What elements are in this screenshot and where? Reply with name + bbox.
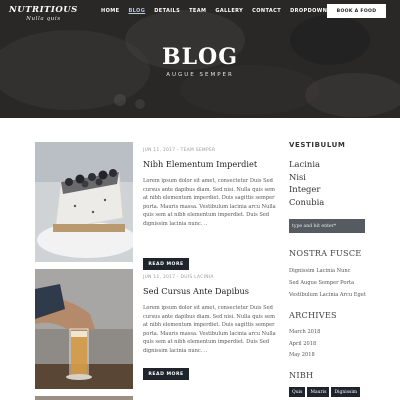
read-more-button[interactable]: READ MORE: [143, 368, 189, 380]
brand-logo[interactable]: NUTRITIOUS Nulla quis: [9, 5, 78, 22]
hero-header: NUTRITIOUS Nulla quis HOME BLOG DETAILS …: [0, 0, 400, 118]
post-image-cake[interactable]: [35, 142, 133, 262]
recent-post-link[interactable]: Sed Augue Semper Porta: [289, 280, 354, 286]
sidebar-heading: VESTIBULUM: [289, 141, 346, 149]
nav-item-dropdown-label: DROPDOWN: [290, 8, 328, 14]
nav-item-blog[interactable]: BLOG: [128, 8, 145, 14]
brand-title: NUTRITIOUS: [9, 5, 78, 15]
search-input[interactable]: type and hit enter*: [289, 219, 365, 233]
post-image-partial: [35, 396, 133, 400]
post-image-drink[interactable]: [35, 269, 133, 389]
archive-link[interactable]: March 2018: [289, 329, 320, 335]
tag-button[interactable]: Mauris: [307, 387, 330, 397]
nav-item-gallery[interactable]: GALLERY: [215, 8, 243, 14]
blog-post: JUN 11, 2017 - DUIS LACINIA Sed Cursus A…: [35, 269, 276, 400]
nav-item-team[interactable]: TEAM: [189, 8, 206, 14]
archive-link[interactable]: May 2018: [289, 352, 315, 358]
archives-heading: ARCHIVES: [289, 310, 337, 320]
main-nav: HOME BLOG DETAILS TEAM GALLERY CONTACT D…: [101, 8, 341, 14]
nav-item-dropdown[interactable]: DROPDOWN▾: [290, 8, 332, 14]
page-subtitle: AUGUE SEMPER: [166, 72, 234, 78]
recent-post-link[interactable]: Dignissim Lacinia Nunc: [289, 268, 351, 274]
category-link[interactable]: Integer: [289, 183, 324, 196]
post-excerpt: Lorem ipsum dolor sit amet, consectetur …: [143, 305, 276, 354]
post-excerpt: Lorem ipsum dolor sit amet, consectetur …: [143, 178, 276, 227]
tag-list: Quis Mauris Dignissim: [289, 387, 362, 397]
nav-item-home[interactable]: HOME: [101, 8, 119, 14]
category-link[interactable]: Lacinia: [289, 158, 324, 171]
tag-button[interactable]: Dignissim: [331, 387, 361, 397]
content-area: JUN 11, 2017 - TEAM SEMPER Nibh Elementu…: [0, 118, 400, 400]
tags-heading: NIBH: [289, 370, 314, 380]
post-body: JUN 11, 2017 - DUIS LACINIA Sed Cursus A…: [143, 269, 276, 355]
post-body: JUN 11, 2017 - TEAM SEMPER Nibh Elementu…: [143, 142, 276, 228]
page-title: BLOG: [161, 44, 238, 70]
category-link[interactable]: Nisi: [289, 171, 324, 184]
nav-item-contact[interactable]: CONTACT: [252, 8, 281, 14]
recent-post-link[interactable]: Vestibulum Lacinia Arcu Eget: [289, 292, 366, 298]
blog-post: JUN 11, 2017 - TEAM SEMPER Nibh Elementu…: [35, 142, 276, 282]
category-list: Lacinia Nisi Integer Conubia: [289, 158, 324, 208]
category-link[interactable]: Conubia: [289, 196, 324, 209]
post-title[interactable]: Nibh Elementum Imperdiet: [143, 159, 276, 169]
post-meta: JUN 11, 2017 - TEAM SEMPER: [143, 148, 216, 153]
book-food-button[interactable]: BOOK A FOOD: [327, 4, 386, 18]
post-title[interactable]: Sed Cursus Ante Dapibus: [143, 286, 276, 296]
archive-link[interactable]: April 2018: [289, 341, 316, 347]
nav-item-details[interactable]: DETAILS: [154, 8, 180, 14]
recent-posts-heading: NOSTRA FUSCE: [289, 248, 362, 258]
brand-subtitle: Nulla quis: [26, 16, 61, 22]
post-meta: JUN 11, 2017 - DUIS LACINIA: [143, 275, 214, 280]
tag-button[interactable]: Quis: [289, 387, 306, 397]
